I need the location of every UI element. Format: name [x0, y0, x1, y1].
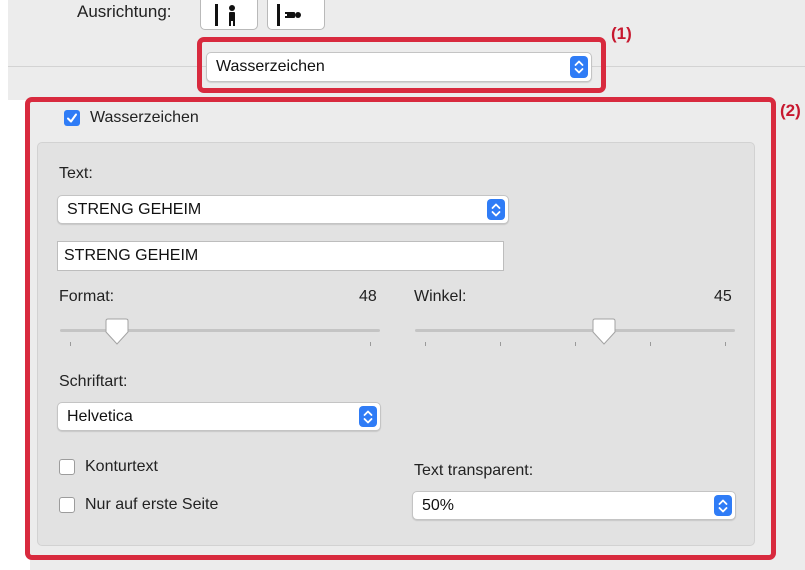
landscape-orientation-icon — [277, 4, 301, 26]
callout-2: (2) — [780, 101, 801, 120]
landscape-orientation-button[interactable] — [267, 0, 325, 30]
callout-1: (1) — [611, 24, 632, 43]
portrait-orientation-button[interactable] — [200, 0, 258, 30]
orientation-label: Ausrichtung: — [77, 2, 172, 21]
print-dialog: Ausrichtung: Wasserzeichen (1) Wasserzei… — [0, 0, 805, 570]
highlight-box-1 — [197, 37, 606, 93]
highlight-box-2 — [25, 97, 776, 560]
portrait-orientation-icon — [215, 4, 235, 26]
